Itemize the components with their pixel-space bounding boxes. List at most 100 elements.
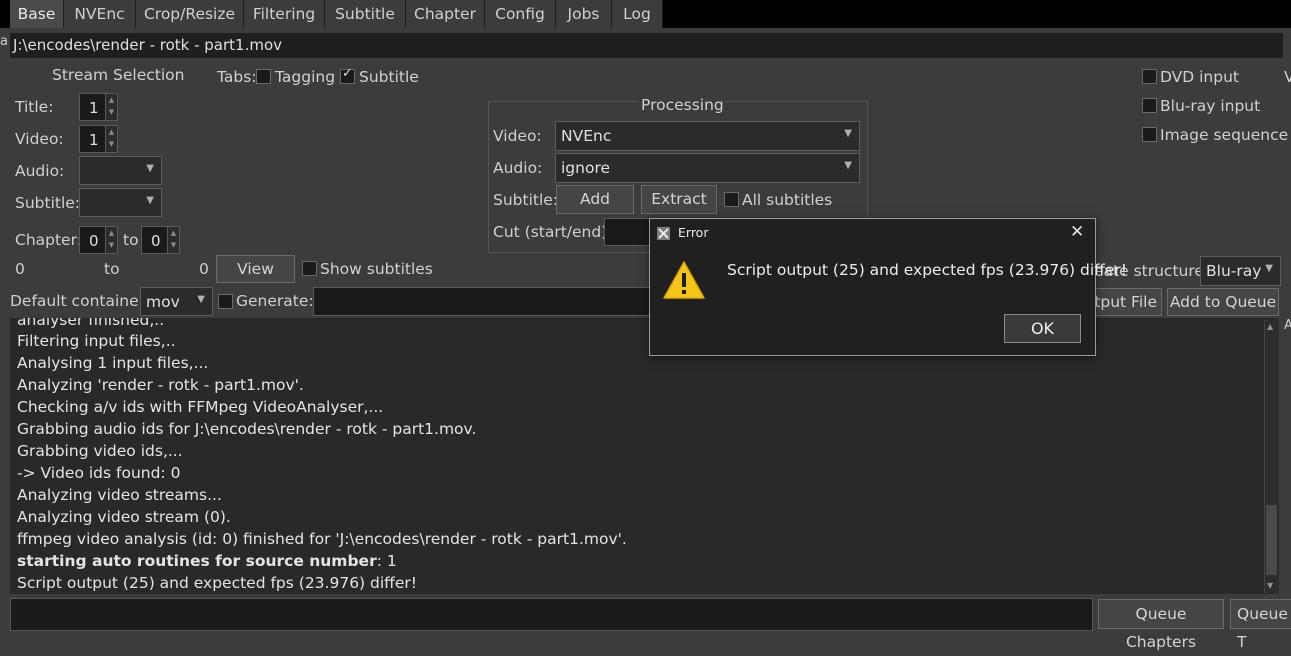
- dialog-titlebar: Error ✕: [650, 219, 1095, 249]
- generate-checkbox[interactable]: [218, 294, 233, 309]
- log-line: Grabbing video ids,...: [17, 442, 183, 460]
- spin-arrows-icon[interactable]: ▲ ▼: [105, 126, 117, 152]
- title-spinbox[interactable]: 1 ▲ ▼: [79, 93, 118, 121]
- chevron-down-icon: ▼: [197, 294, 205, 305]
- log-bold-suffix: : 1: [376, 552, 397, 570]
- video-encoder-value: NVEnc: [561, 127, 612, 145]
- log-right-glyph: A: [1284, 318, 1291, 333]
- view-button[interactable]: View: [216, 255, 295, 283]
- chevron-down-icon: ▼: [1265, 263, 1273, 274]
- container-value: mov: [146, 293, 180, 311]
- log-line: analyser finished,..: [17, 318, 165, 329]
- log-line: Analysing 1 input files,...: [17, 354, 209, 372]
- chapter-to-spinbox[interactable]: 0 ▲ ▼: [141, 226, 180, 254]
- dialog-message: Script output (25) and expected fps (23.…: [727, 261, 1127, 279]
- spin-arrows-icon[interactable]: ▲ ▼: [105, 94, 117, 120]
- queue-chapters-button[interactable]: Queue Chapters: [1098, 599, 1224, 651]
- processing-subtitle-label: Subtitle:: [493, 191, 559, 209]
- chapter-from-spinbox[interactable]: 0 ▲ ▼: [79, 226, 118, 254]
- chapter-to-label: to: [123, 231, 139, 249]
- log-output[interactable]: analyser finished,.. Filtering input fil…: [10, 318, 1278, 594]
- audio-mode-value: ignore: [561, 159, 611, 177]
- left-edge-glyph: a: [0, 34, 8, 49]
- log-line: Analyzing video stream (0).: [17, 508, 231, 526]
- image-sequence-checkbox[interactable]: [1142, 127, 1157, 142]
- dialog-title: Error: [678, 225, 709, 240]
- container-combo[interactable]: mov ▼: [140, 287, 213, 316]
- image-sequence-label: Image sequence: [1160, 126, 1289, 144]
- add-to-queue-button[interactable]: Add to Queue: [1167, 288, 1279, 316]
- video-spinbox[interactable]: 1 ▲ ▼: [79, 125, 118, 153]
- error-dialog: Error ✕ Script output (25) and expected …: [649, 218, 1127, 356]
- tab-chapter[interactable]: Chapter: [406, 0, 485, 28]
- tab-subtitle[interactable]: Subtitle: [325, 0, 406, 28]
- subtitle-stream-combo[interactable]: ▼: [79, 188, 162, 217]
- queue-t-button[interactable]: Queue T: [1230, 599, 1291, 651]
- tab-config[interactable]: Config: [485, 0, 556, 28]
- source-path[interactable]: J:\encodes\render - rotk - part1.mov: [10, 33, 1283, 58]
- structure-value: Blu-ray: [1206, 262, 1262, 280]
- tab-nvenc[interactable]: NVEnc: [64, 0, 136, 28]
- generate-label: Generate:: [236, 292, 314, 310]
- log-line: ffmpeg video analysis (id: 0) finished f…: [17, 530, 627, 548]
- scrollbar-thumb[interactable]: [1266, 505, 1277, 575]
- title-value: 1: [89, 99, 99, 117]
- extract-subtitle-button[interactable]: Extract: [641, 185, 717, 214]
- chevron-down-icon: ▼: [844, 160, 852, 171]
- tab-crop-resize[interactable]: Crop/Resize: [136, 0, 244, 28]
- dvd-input-checkbox[interactable]: [1142, 69, 1157, 84]
- chapter-from-value: 0: [89, 232, 99, 250]
- log-scrollbar[interactable]: ▲ ▼: [1264, 320, 1279, 593]
- range-to-label: to: [104, 260, 120, 278]
- subtitle-tab-label: Subtitle: [359, 68, 419, 86]
- log-line: Analyzing 'render - rotk - part1.mov'.: [17, 376, 304, 394]
- bluray-input-checkbox[interactable]: [1142, 98, 1157, 113]
- processing-title: Processing: [639, 96, 726, 114]
- video-value: 1: [89, 131, 99, 149]
- chevron-down-icon: ▼: [146, 195, 154, 206]
- scroll-up-icon[interactable]: ▲: [1267, 322, 1273, 331]
- audio-mode-combo[interactable]: ignore ▼: [555, 153, 860, 183]
- warning-icon: [663, 261, 705, 299]
- audio-stream-combo[interactable]: ▼: [79, 156, 162, 185]
- chevron-down-icon: ▼: [844, 128, 852, 139]
- right-edge-glyph: V: [1284, 68, 1291, 86]
- chevron-down-icon: ▼: [146, 163, 154, 174]
- app-icon: [657, 227, 670, 240]
- add-subtitle-button[interactable]: Add: [556, 185, 634, 214]
- output-file-button[interactable]: tput File: [1094, 288, 1162, 316]
- ok-button[interactable]: OK: [1004, 314, 1081, 343]
- generate-field[interactable]: [313, 287, 655, 316]
- tab-base[interactable]: Base: [10, 0, 64, 28]
- cut-label: Cut (start/end):: [493, 223, 613, 241]
- all-subtitles-label: All subtitles: [742, 191, 833, 209]
- video-encoder-combo[interactable]: NVEnc ▼: [555, 121, 860, 151]
- show-subtitles-checkbox[interactable]: [302, 261, 317, 276]
- tab-filtering[interactable]: Filtering: [244, 0, 325, 28]
- log-line: Checking a/v ids with FFMpeg VideoAnalys…: [17, 398, 384, 416]
- chapter-to-value: 0: [151, 232, 161, 250]
- subtitle-tab-checkbox[interactable]: [340, 66, 355, 84]
- tab-jobs[interactable]: Jobs: [556, 0, 612, 28]
- tab-log[interactable]: Log: [612, 0, 663, 28]
- stream-selection-title: Stream Selection: [52, 66, 185, 84]
- bluray-input-label: Blu-ray input: [1160, 97, 1261, 115]
- tagging-label: Tagging: [275, 68, 336, 86]
- spin-arrows-icon[interactable]: ▲ ▼: [167, 227, 179, 253]
- tabs-label: Tabs:: [217, 68, 257, 86]
- close-icon[interactable]: ✕: [1070, 222, 1084, 242]
- spin-arrows-icon[interactable]: ▲ ▼: [105, 227, 117, 253]
- show-subtitles-label: Show subtitles: [320, 260, 433, 278]
- command-field[interactable]: [10, 598, 1093, 631]
- range-end: 0: [199, 260, 209, 278]
- default-container-label: Default container:: [10, 292, 150, 310]
- range-start: 0: [15, 260, 25, 278]
- scroll-down-icon[interactable]: ▼: [1267, 581, 1273, 590]
- chapter-label: Chapter:: [15, 231, 82, 249]
- log-bold-prefix: starting auto routines for source number: [17, 552, 377, 570]
- processing-video-label: Video:: [493, 127, 542, 145]
- tagging-checkbox[interactable]: [256, 69, 271, 84]
- structure-combo[interactable]: Blu-ray ▼: [1200, 256, 1281, 286]
- all-subtitles-checkbox[interactable]: [724, 192, 739, 207]
- title-label: Title:: [15, 98, 54, 116]
